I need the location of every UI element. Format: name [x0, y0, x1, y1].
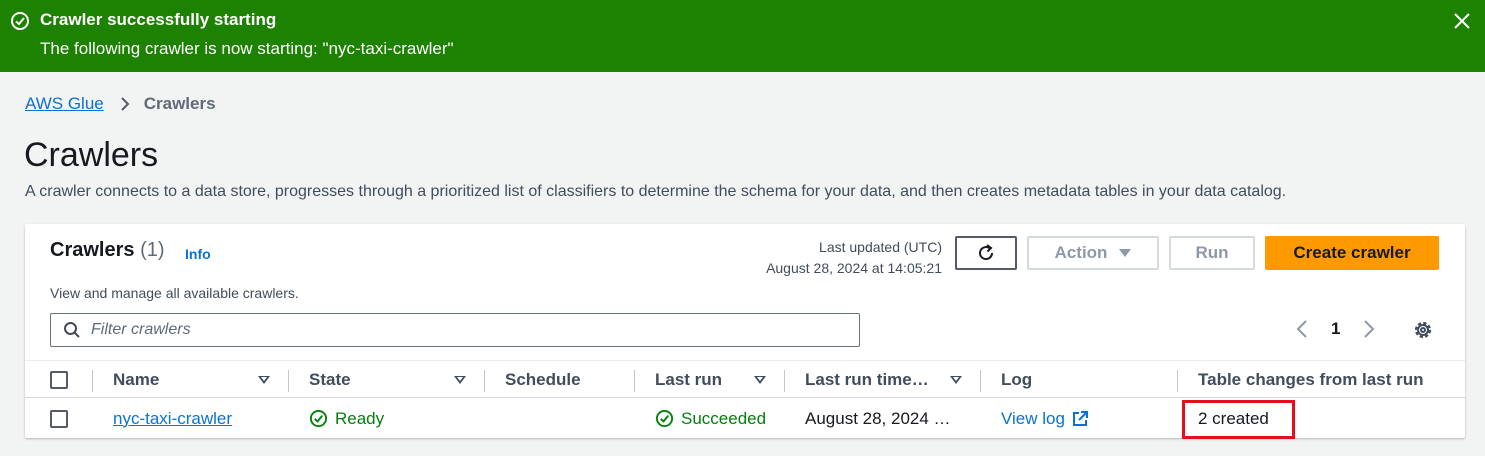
sort-icon[interactable] [454, 376, 466, 384]
row-checkbox[interactable] [50, 410, 68, 428]
success-flash-banner: Crawler successfully starting The follow… [0, 0, 1485, 72]
chevron-right-icon [121, 97, 130, 111]
search-icon [64, 322, 80, 338]
page-number[interactable]: 1 [1331, 319, 1340, 339]
refresh-icon [979, 244, 994, 261]
highlight-box [1182, 400, 1295, 439]
chevron-right-icon[interactable] [1362, 318, 1376, 340]
crawler-count: (1) [140, 239, 165, 261]
filter-crawlers[interactable] [50, 313, 860, 347]
column-header-state[interactable]: State [309, 361, 351, 399]
panel-title: Crawlers (1) [50, 239, 165, 262]
sort-icon[interactable] [950, 376, 962, 384]
page-description: A crawler connects to a data store, prog… [25, 183, 1287, 200]
last-updated-label: Last updated (UTC) [819, 239, 942, 255]
gear-icon[interactable] [1411, 318, 1435, 342]
last-updated-value: August 28, 2024 at 14:05:21 [766, 260, 942, 276]
column-header-last-run-time[interactable]: Last run time… [805, 361, 929, 399]
column-separator [92, 370, 93, 392]
action-dropdown-button[interactable]: Action [1027, 236, 1159, 270]
external-link-icon[interactable] [1071, 410, 1089, 428]
crawler-name-link[interactable]: nyc-taxi-crawler [113, 409, 232, 429]
sort-icon[interactable] [258, 376, 270, 384]
crawlers-panel: Crawlers (1) Info View and manage all av… [25, 224, 1465, 439]
column-separator [1177, 370, 1178, 392]
pagination: 1 [1295, 316, 1376, 342]
check-circle-icon [655, 409, 674, 428]
state-cell: Ready [309, 399, 384, 438]
check-circle-icon [309, 409, 328, 428]
column-header-schedule[interactable]: Schedule [505, 361, 581, 399]
breadcrumb-current: Crawlers [143, 94, 216, 113]
column-separator [288, 370, 289, 392]
run-button[interactable]: Run [1169, 236, 1255, 270]
flash-title: Crawler successfully starting [40, 10, 277, 29]
caret-down-icon [1119, 249, 1132, 257]
column-separator [980, 370, 981, 392]
sort-icon[interactable] [754, 376, 766, 384]
view-log-link[interactable]: View log [1001, 409, 1065, 429]
panel-title-text: Crawlers [50, 239, 135, 261]
column-header-log[interactable]: Log [1001, 361, 1032, 399]
table-row: nyc-taxi-crawler Ready Succeeded August … [25, 399, 1465, 439]
breadcrumb: AWS Glue Crawlers [25, 94, 216, 114]
column-header-name[interactable]: Name [113, 361, 159, 399]
log-cell: View log [1001, 399, 1089, 438]
column-header-last-run[interactable]: Last run [655, 361, 722, 399]
table-header: Name State Schedule Last run Last run ti… [25, 360, 1465, 398]
last-updated: Last updated (UTC) August 28, 2024 at 14… [766, 237, 942, 279]
last-run-cell: Succeeded [655, 399, 766, 438]
create-crawler-button[interactable]: Create crawler [1265, 236, 1439, 270]
select-all-checkbox[interactable] [50, 371, 68, 389]
check-circle-icon [11, 12, 29, 30]
state-text: Ready [335, 408, 385, 428]
flash-message: The following crawler is now starting: "… [40, 39, 454, 58]
chevron-left-icon[interactable] [1295, 318, 1309, 340]
close-icon[interactable] [1452, 11, 1472, 31]
column-separator [784, 370, 785, 392]
column-header-table-changes[interactable]: Table changes from last run [1198, 361, 1423, 399]
breadcrumb-aws-glue[interactable]: AWS Glue [25, 94, 104, 114]
last-run-text: Succeeded [681, 408, 767, 428]
filter-input[interactable] [91, 321, 831, 339]
info-link[interactable]: Info [185, 246, 211, 262]
last-run-time-cell: August 28, 2024 … [805, 408, 951, 428]
column-separator [634, 370, 635, 392]
page-title: Crawlers [24, 136, 159, 174]
refresh-button[interactable] [955, 236, 1017, 270]
action-label: Action [1054, 243, 1108, 262]
column-separator [484, 370, 485, 392]
panel-subtitle: View and manage all available crawlers. [50, 285, 299, 301]
